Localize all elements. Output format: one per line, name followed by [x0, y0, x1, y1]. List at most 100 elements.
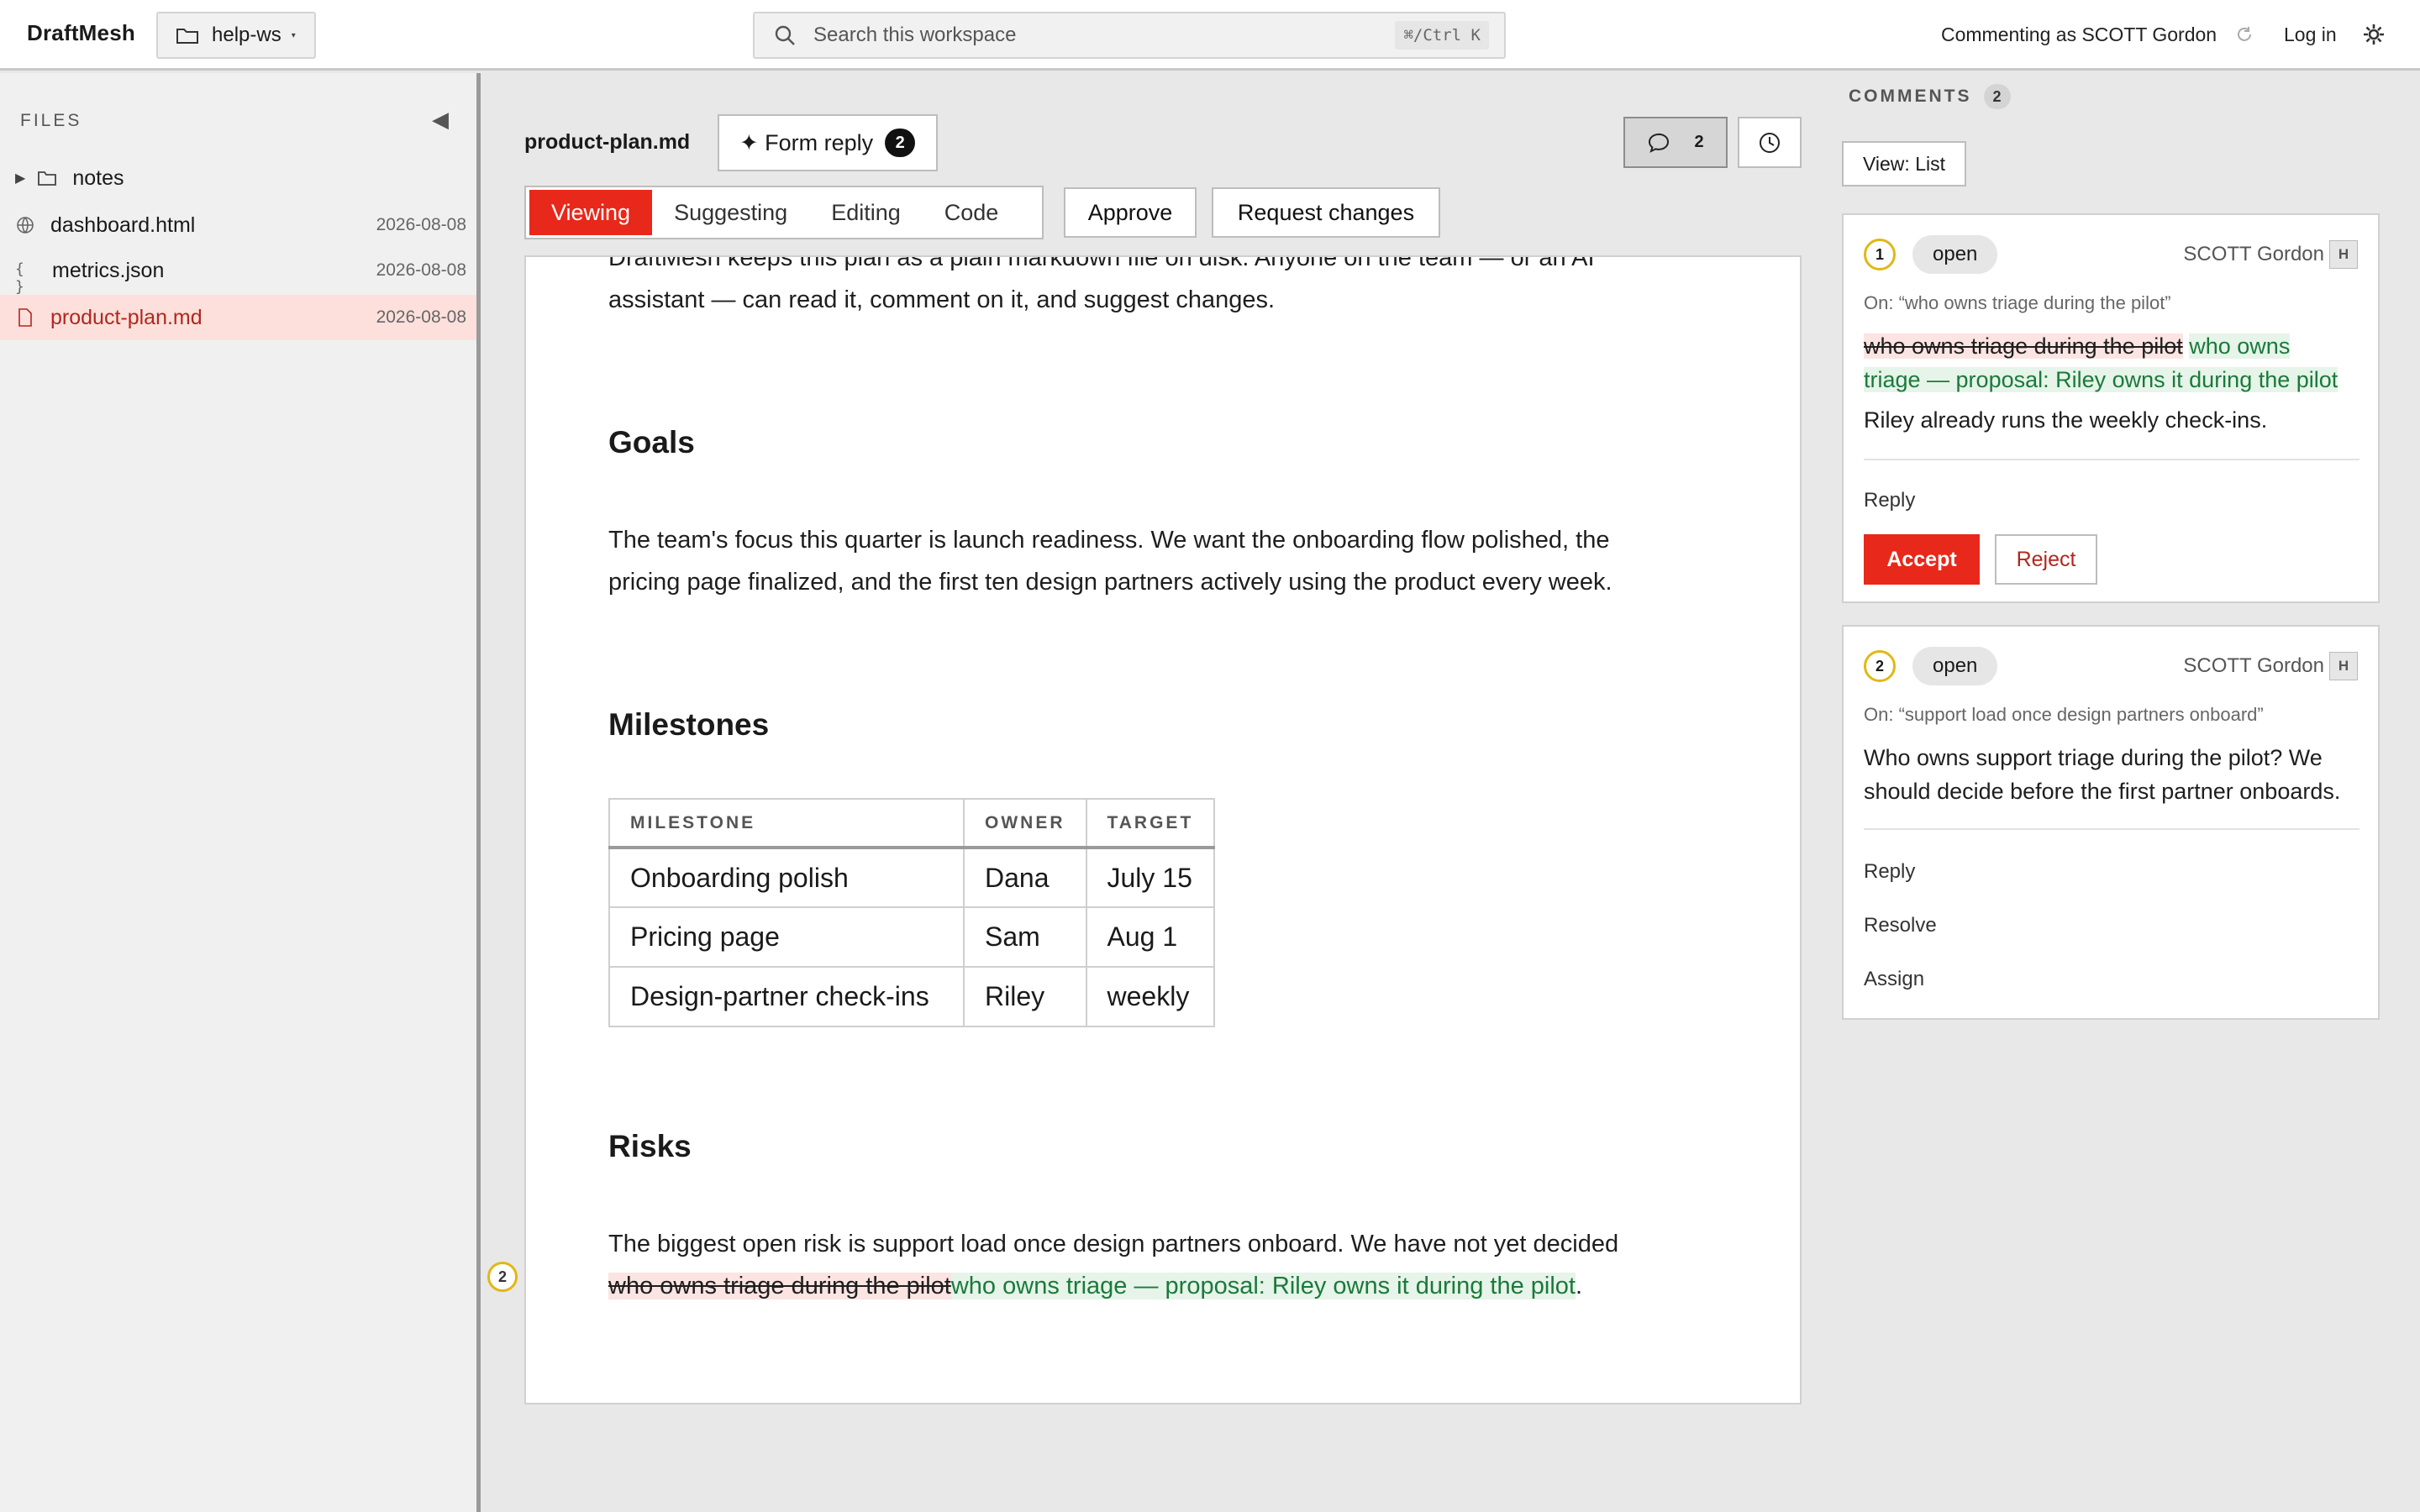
- comment-number: 1: [1864, 239, 1896, 270]
- comment-body-line-1: Who owns support triage during the pilot…: [1864, 745, 2323, 770]
- form-reply-button[interactable]: ✦ Form reply 2: [718, 114, 938, 171]
- file-item-dashboard[interactable]: dashboard.html 2026-08-08: [0, 202, 476, 248]
- comment-anchor: On: “who owns triage during the pilot”: [1864, 292, 2171, 313]
- status-badge: open: [1912, 647, 1998, 685]
- folder-notes[interactable]: ▶ notes: [0, 155, 476, 201]
- mode-viewing[interactable]: Viewing: [529, 190, 653, 235]
- comment-body-line-2: should decide before the first partner o…: [1864, 779, 2341, 804]
- comments-heading: COMMENTS: [1849, 87, 1972, 106]
- login-link[interactable]: Log in: [2284, 24, 2337, 46]
- comments-toggle-button[interactable]: 2: [1623, 117, 1728, 168]
- expand-triangle-icon[interactable]: ▶: [15, 170, 25, 186]
- table-cell: Riley: [963, 966, 1087, 1027]
- folder-name: notes: [72, 165, 124, 190]
- goals-line-1: The team's focus this quarter is launch …: [608, 527, 1610, 554]
- file-icon: [18, 308, 32, 327]
- table-cell: Onboarding polish: [608, 847, 965, 908]
- mode-switcher: Viewing Suggesting Editing Code: [524, 186, 1044, 239]
- comments-header: COMMENTS 2: [1849, 84, 2011, 109]
- suggestion-deleted: who owns triage during the pilot: [1864, 333, 2183, 359]
- file-name: metrics.json: [52, 258, 165, 282]
- comment-author: SCOTT Gordon: [2183, 243, 2324, 265]
- file-name: product-plan.md: [50, 305, 203, 329]
- risks-line-1: The biggest open risk is support load on…: [608, 1231, 1619, 1257]
- reject-button[interactable]: Reject: [1995, 534, 2097, 585]
- search-shortcut: ⌘/Ctrl K: [1395, 21, 1489, 50]
- table-row: Pricing page Sam Aug 1: [608, 906, 1216, 968]
- braces-icon: { }: [15, 260, 24, 296]
- top-bar: DraftMesh help-ws ▾ Search this workspac…: [0, 0, 2420, 71]
- comment-body: Who owns support triage during the pilot…: [1864, 741, 2368, 808]
- status-badge: open: [1912, 235, 1998, 274]
- table-header: MILESTONE: [608, 798, 965, 849]
- document-body[interactable]: DraftMesh keeps this plan as a plain mar…: [524, 255, 1802, 1404]
- collapse-sidebar-button[interactable]: ◀: [432, 107, 449, 133]
- milestones-table: MILESTONE OWNER TARGET Onboarding polish…: [608, 798, 1216, 1027]
- workspace-name: help-ws: [212, 24, 281, 46]
- gear-icon[interactable]: [2361, 22, 2386, 47]
- goals-line-2: pricing page finalized, and the first te…: [608, 569, 1612, 596]
- comments-count-badge: 2: [1983, 84, 2011, 109]
- globe-icon: [17, 217, 34, 234]
- comment-card-2[interactable]: 2 open SCOTT Gordon H On: “support load …: [1842, 625, 2380, 1020]
- file-name: dashboard.html: [50, 213, 196, 237]
- file-date: 2026-08-08: [376, 260, 466, 280]
- folder-icon: [38, 171, 57, 186]
- suggested-deletion[interactable]: who owns triage during the pilot: [608, 1273, 951, 1299]
- suggestion-inserted-1: who owns: [2189, 333, 2291, 359]
- avatar: H: [2329, 240, 2358, 269]
- approve-button[interactable]: Approve: [1064, 187, 1197, 238]
- commenting-as: Commenting as SCOTT Gordon: [1941, 24, 2217, 45]
- workspace-select[interactable]: help-ws ▾: [156, 12, 316, 59]
- clock-icon: [1760, 132, 1780, 153]
- speech-bubble-icon: [1649, 133, 1670, 153]
- accept-button[interactable]: Accept: [1864, 534, 1980, 585]
- divider: [1864, 828, 2360, 830]
- assign-link[interactable]: Assign: [1864, 968, 1924, 991]
- table-cell: weekly: [1085, 966, 1216, 1027]
- view-list-button[interactable]: View: List: [1842, 141, 1966, 186]
- request-changes-button[interactable]: Request changes: [1212, 187, 1440, 238]
- table-cell: Dana: [963, 847, 1087, 908]
- document-title: product-plan.md: [524, 130, 691, 154]
- comment-marker[interactable]: 2: [487, 1262, 518, 1292]
- goals-heading: Goals: [608, 425, 695, 459]
- brand-logo[interactable]: DraftMesh: [27, 20, 135, 46]
- table-cell: Sam: [963, 906, 1087, 968]
- risks-line-2: who owns triage during the pilotwho owns…: [608, 1265, 1582, 1307]
- form-reply-count: 2: [885, 129, 916, 157]
- comment-anchor: On: “support load once design partners o…: [1864, 704, 2264, 725]
- comment-card-1[interactable]: 1 open SCOTT Gordon H On: “who owns tria…: [1842, 213, 2380, 603]
- table-header: TARGET: [1085, 798, 1216, 849]
- sync-icon: [2238, 27, 2251, 41]
- table-cell: Pricing page: [608, 906, 965, 968]
- mode-suggesting[interactable]: Suggesting: [652, 190, 809, 235]
- suggestion-inserted-2: triage — proposal: Riley owns it during …: [1864, 367, 2338, 392]
- search-icon: [775, 25, 795, 45]
- mode-editing[interactable]: Editing: [809, 190, 923, 235]
- history-button[interactable]: [1738, 117, 1802, 168]
- resolve-link[interactable]: Resolve: [1864, 914, 1937, 937]
- table-cell: Design-partner check-ins: [608, 966, 965, 1027]
- comments-toggle-count: 2: [1694, 133, 1704, 151]
- mode-code[interactable]: Code: [923, 190, 1021, 235]
- suggested-insertion[interactable]: who owns triage — proposal: Riley owns i…: [950, 1273, 1576, 1299]
- file-item-metrics[interactable]: { } metrics.json 2026-08-08: [0, 248, 476, 297]
- file-item-product-plan[interactable]: product-plan.md 2026-08-08: [0, 295, 476, 340]
- file-date: 2026-08-08: [376, 215, 466, 234]
- table-row: Design-partner check-ins Riley weekly: [608, 966, 1216, 1027]
- search-input[interactable]: Search this workspace ⌘/Ctrl K: [753, 12, 1506, 59]
- comment-note: Riley already runs the weekly check-ins.: [1864, 407, 2268, 433]
- risks-heading: Risks: [608, 1129, 692, 1163]
- search-placeholder: Search this workspace: [813, 24, 1017, 46]
- divider: [1864, 459, 2360, 460]
- table-cell: July 15: [1085, 847, 1216, 908]
- reply-link[interactable]: Reply: [1864, 860, 1915, 884]
- table-cell: Aug 1: [1085, 906, 1216, 968]
- risks-end: .: [1575, 1273, 1583, 1299]
- suggestion-diff: who owns triage during the pilot who own…: [1864, 329, 2368, 396]
- comment-number: 2: [1864, 650, 1896, 682]
- form-reply-label: ✦ Form reply: [739, 129, 874, 155]
- intro-line-1: DraftMesh keeps this plan as a plain mar…: [608, 255, 1595, 271]
- reply-link[interactable]: Reply: [1864, 489, 1915, 512]
